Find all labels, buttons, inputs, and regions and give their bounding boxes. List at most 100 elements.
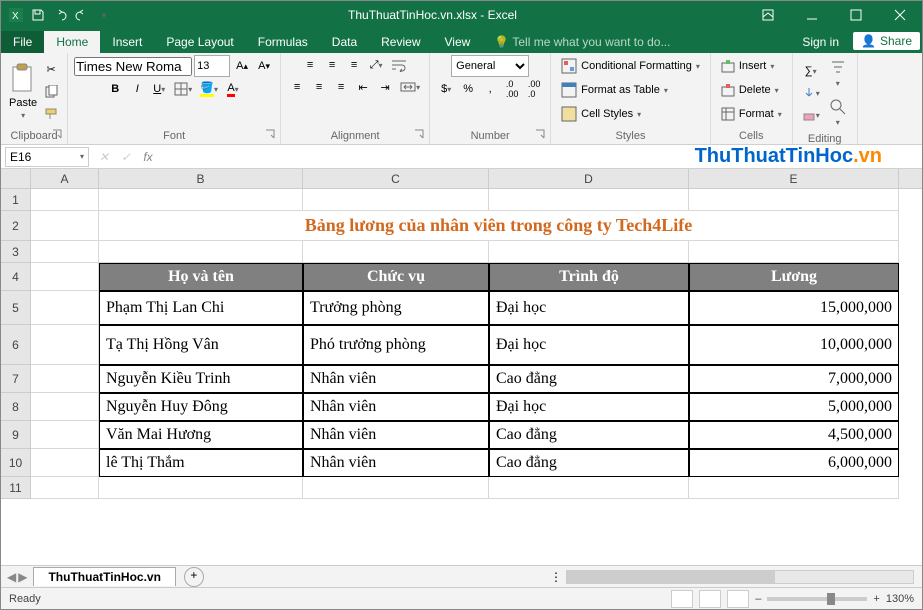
cell[interactable]: Nguyễn Kiều Trinh xyxy=(99,365,303,393)
format-painter-button[interactable] xyxy=(41,104,61,124)
select-all-corner[interactable] xyxy=(1,169,31,188)
row-header[interactable]: 3 xyxy=(1,241,31,263)
column-header-B[interactable]: B xyxy=(99,169,303,188)
cell[interactable]: Phó trưởng phòng xyxy=(303,325,489,365)
cell[interactable] xyxy=(689,477,899,499)
tab-review[interactable]: Review xyxy=(369,31,432,53)
underline-button[interactable]: U▾ xyxy=(149,79,169,99)
cell[interactable] xyxy=(303,477,489,499)
cell[interactable] xyxy=(99,241,303,263)
cell[interactable]: 7,000,000 xyxy=(689,365,899,393)
column-header-D[interactable]: D xyxy=(489,169,689,188)
row-header[interactable]: 2 xyxy=(1,211,31,241)
font-name-input[interactable] xyxy=(74,57,192,76)
cell[interactable]: Nhân viên xyxy=(303,393,489,421)
tab-split-handle[interactable]: ⋮ xyxy=(550,570,558,584)
cell[interactable] xyxy=(31,365,99,393)
cell[interactable]: Nhân viên xyxy=(303,421,489,449)
increase-indent-button[interactable]: ⇥ xyxy=(375,77,395,97)
tab-formulas[interactable]: Formulas xyxy=(246,31,320,53)
tab-data[interactable]: Data xyxy=(320,31,369,53)
cell[interactable]: Cao đẳng xyxy=(489,421,689,449)
cell[interactable]: Phạm Thị Lan Chi xyxy=(99,291,303,325)
row-header[interactable]: 8 xyxy=(1,393,31,421)
cell[interactable]: Họ và tên xyxy=(99,263,303,291)
clear-button[interactable]: ▾ xyxy=(799,105,823,125)
cell[interactable]: 10,000,000 xyxy=(689,325,899,365)
name-box[interactable]: E16▾ xyxy=(5,147,89,167)
scrollbar-thumb[interactable] xyxy=(567,571,775,583)
horizontal-scrollbar[interactable] xyxy=(566,570,914,584)
insert-cells-button[interactable]: Insert▾ xyxy=(717,55,779,77)
wrap-text-button[interactable] xyxy=(388,55,410,75)
cell[interactable]: Nhân viên xyxy=(303,449,489,477)
italic-button[interactable]: I xyxy=(127,79,147,99)
align-center-button[interactable]: ≡ xyxy=(309,77,329,97)
row-header[interactable]: 6 xyxy=(1,325,31,365)
qat-customize-icon[interactable]: ▾ xyxy=(95,6,113,24)
sign-in-link[interactable]: Sign in xyxy=(790,31,851,53)
cell[interactable] xyxy=(31,421,99,449)
cell[interactable] xyxy=(303,241,489,263)
cell[interactable]: Văn Mai Hương xyxy=(99,421,303,449)
conditional-formatting-button[interactable]: Conditional Formatting▾ xyxy=(557,55,704,77)
merge-center-button[interactable]: ▾ xyxy=(397,77,423,97)
sheet-tab[interactable]: ThuThuatTinHoc.vn xyxy=(33,567,175,586)
column-header-E[interactable]: E xyxy=(689,169,899,188)
font-color-button[interactable]: A▾ xyxy=(223,79,243,99)
table-title[interactable]: Bảng lương của nhân viên trong công ty T… xyxy=(99,211,899,241)
sort-filter-button[interactable]: ▾ xyxy=(825,55,851,92)
cell[interactable] xyxy=(99,477,303,499)
cell[interactable]: Lương xyxy=(689,263,899,291)
cell[interactable] xyxy=(31,325,99,365)
cell[interactable]: Nhân viên xyxy=(303,365,489,393)
column-header-C[interactable]: C xyxy=(303,169,489,188)
maximize-button[interactable] xyxy=(834,1,878,29)
tab-view[interactable]: View xyxy=(433,31,483,53)
format-cells-button[interactable]: Format▾ xyxy=(717,103,786,125)
row-header[interactable]: 5 xyxy=(1,291,31,325)
font-size-input[interactable] xyxy=(194,55,230,77)
zoom-slider-thumb[interactable] xyxy=(827,593,835,605)
cell[interactable]: 5,000,000 xyxy=(689,393,899,421)
cell[interactable] xyxy=(31,211,99,241)
dialog-launcher-icon[interactable] xyxy=(265,129,277,141)
copy-button[interactable] xyxy=(41,82,61,102)
cancel-formula-icon[interactable]: ✕ xyxy=(93,150,115,164)
cell[interactable] xyxy=(31,291,99,325)
cell[interactable]: Đại học xyxy=(489,291,689,325)
cell[interactable] xyxy=(31,189,99,211)
align-top-button[interactable]: ≡ xyxy=(300,55,320,75)
cell[interactable] xyxy=(31,393,99,421)
row-header[interactable]: 7 xyxy=(1,365,31,393)
bold-button[interactable]: B xyxy=(105,79,125,99)
cell[interactable] xyxy=(489,477,689,499)
cell[interactable] xyxy=(31,241,99,263)
cell[interactable]: Cao đẳng xyxy=(489,365,689,393)
ribbon-options-icon[interactable] xyxy=(746,1,790,29)
cell[interactable] xyxy=(489,189,689,211)
column-header-A[interactable]: A xyxy=(31,169,99,188)
minimize-button[interactable] xyxy=(790,1,834,29)
cell[interactable] xyxy=(689,189,899,211)
sheet-prev-icon[interactable]: ◀ xyxy=(7,570,16,584)
decrease-indent-button[interactable]: ⇤ xyxy=(353,77,373,97)
comma-format-button[interactable]: , xyxy=(480,79,500,99)
cell[interactable] xyxy=(303,189,489,211)
cell[interactable]: Trình độ xyxy=(489,263,689,291)
tell-me-search[interactable]: 💡 Tell me what you want to do... xyxy=(482,31,682,53)
delete-cells-button[interactable]: Delete▾ xyxy=(717,79,783,101)
cell[interactable]: Đại học xyxy=(489,393,689,421)
page-layout-view-button[interactable] xyxy=(699,590,721,608)
save-icon[interactable] xyxy=(29,6,47,24)
zoom-out-button[interactable]: – xyxy=(755,593,761,605)
cell[interactable]: 6,000,000 xyxy=(689,449,899,477)
percent-format-button[interactable]: % xyxy=(458,79,478,99)
cell[interactable] xyxy=(489,241,689,263)
row-header[interactable]: 10 xyxy=(1,449,31,477)
find-select-button[interactable]: ▾ xyxy=(825,94,851,131)
fill-button[interactable]: ▾ xyxy=(799,83,823,103)
cell[interactable] xyxy=(689,241,899,263)
dialog-launcher-icon[interactable] xyxy=(535,129,547,141)
cell[interactable]: Đại học xyxy=(489,325,689,365)
